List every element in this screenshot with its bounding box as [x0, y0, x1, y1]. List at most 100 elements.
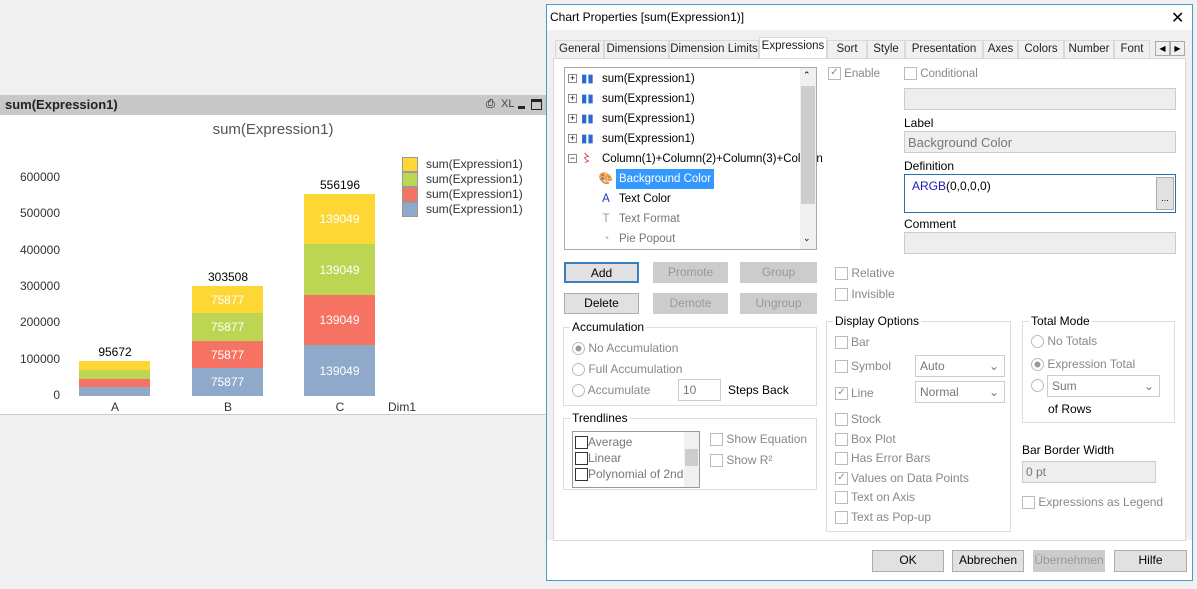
tab-colors[interactable]: Colors [1018, 40, 1064, 59]
show-r2-checkbox[interactable]: Show R² [710, 451, 772, 469]
demote-button[interactable]: Demote [653, 293, 728, 314]
checkbox[interactable] [575, 468, 588, 482]
tree-item[interactable]: ◔ Pie Popout [598, 229, 678, 249]
x-tick-label: C [335, 400, 345, 414]
accumulate-radio[interactable]: Accumulate [572, 381, 650, 399]
add-button[interactable]: Add [564, 262, 639, 283]
stock-checkbox[interactable]: Stock [835, 410, 881, 428]
line-select-value: Normal [920, 385, 959, 399]
sum-radio[interactable] [1031, 379, 1044, 395]
ok-button[interactable]: OK [872, 550, 944, 572]
label-field[interactable]: Background Color [904, 131, 1176, 153]
checkbox[interactable] [835, 336, 848, 350]
trendline-item[interactable]: Polynomial of 2nd d [575, 465, 693, 483]
bar-segment[interactable] [79, 378, 150, 388]
show-equation-checkbox[interactable]: Show Equation [710, 430, 807, 448]
tree-item[interactable]: A Text Color [598, 189, 674, 209]
tab-axes[interactable]: Axes [983, 40, 1018, 59]
tab-sort[interactable]: Sort [827, 40, 867, 59]
axis-checkbox[interactable]: Text on Axis [835, 488, 915, 506]
checkbox[interactable] [835, 433, 848, 447]
tree-item[interactable]: + ▮▮ sum(Expression1) [568, 129, 698, 149]
trendline-label: Average [588, 435, 633, 449]
tab-presentation[interactable]: Presentation [905, 40, 983, 59]
total-mode-title: Total Mode [1029, 314, 1092, 328]
chart-window[interactable]: sum(Expression1) ⎙ XL sum(Expression1) 0… [0, 95, 546, 415]
plot-area: 0 100000 200000 300000 400000 500000 600000 A B C… [0, 95, 546, 415]
of-rows-label: of Rows [1048, 402, 1092, 416]
relative-checkbox[interactable]: Relative [835, 264, 895, 282]
tab-dimensions[interactable]: Dimensions [604, 40, 669, 59]
symbol-select[interactable]: Auto ⌄ [915, 355, 1005, 377]
cancel-button[interactable]: Abbrechen [952, 550, 1024, 572]
tab-dimension-limits[interactable]: Dimension Limits [669, 40, 759, 59]
checkbox[interactable] [575, 452, 588, 466]
collapse-icon[interactable]: − [568, 154, 577, 164]
definition-field[interactable]: ARGB(0,0,0,0) [904, 174, 1176, 213]
apply-button[interactable]: Übernehmen [1033, 550, 1105, 572]
expand-icon[interactable]: + [568, 114, 577, 124]
sum-select[interactable]: Sum ⌄ [1047, 375, 1160, 397]
bar-segment[interactable] [79, 369, 150, 379]
tab-scroll-left-icon[interactable]: ◀ [1155, 41, 1170, 56]
bar-segment[interactable] [79, 361, 150, 370]
checkbox[interactable]: ✓ [835, 387, 848, 401]
close-icon[interactable]: ✕ [1171, 8, 1184, 28]
group-button[interactable]: Group [740, 262, 817, 283]
promote-button[interactable]: Promote [653, 262, 728, 283]
expression-total-radio[interactable]: Expression Total [1031, 355, 1135, 373]
expand-icon[interactable]: + [568, 134, 577, 144]
tree-item[interactable]: + ▮▮ sum(Expression1) [568, 69, 698, 89]
enable-checkbox[interactable]: ✓ Enable [828, 64, 880, 84]
popup-checkbox[interactable]: Text as Pop-up [835, 508, 931, 526]
conditional-checkbox[interactable]: Conditional [904, 64, 978, 84]
no-totals-radio[interactable]: No Totals [1031, 332, 1097, 350]
tree-item[interactable]: + ▮▮ sum(Expression1) [568, 89, 698, 109]
tab-general[interactable]: General [555, 40, 604, 59]
tree-item[interactable]: + ▮▮ sum(Expression1) [568, 109, 698, 129]
no-accumulation-radio[interactable]: No Accumulation [572, 339, 678, 357]
values-checkbox[interactable]: ✓ Values on Data Points [835, 469, 969, 487]
checkbox[interactable] [835, 413, 848, 427]
comment-field[interactable] [904, 232, 1176, 254]
tab-font[interactable]: Font [1114, 40, 1150, 59]
conditional-field[interactable] [904, 88, 1176, 110]
checkbox[interactable] [835, 511, 848, 525]
tree-item-label: sum(Expression1) [602, 93, 695, 105]
bar-checkbox[interactable]: Bar [835, 333, 870, 351]
tree-item[interactable]: T Text Format [598, 209, 683, 229]
expressions-as-legend-checkbox[interactable]: Expressions as Legend [1022, 493, 1163, 511]
full-accumulation-radio[interactable]: Full Accumulation [572, 360, 682, 378]
checkbox[interactable] [835, 452, 848, 466]
checkbox[interactable] [835, 360, 848, 374]
expand-icon[interactable]: + [568, 94, 577, 104]
tab-scroll-right-icon[interactable]: ▶ [1170, 41, 1185, 56]
box-checkbox[interactable]: Box Plot [835, 430, 896, 448]
bar-border-width-field[interactable]: 0 pt [1022, 461, 1156, 483]
tree-item[interactable]: 🎨 Background Color [598, 169, 715, 189]
definition-edit-button[interactable]: ... [1156, 177, 1174, 210]
line-select[interactable]: Normal ⌄ [915, 381, 1005, 403]
tab-expressions[interactable]: Expressions [759, 37, 827, 60]
tree-item[interactable]: − 〻 Column(1)+Column(2)+Column(3)+Column [568, 149, 826, 169]
tree-scrollbar[interactable]: ⌃ ⌄ [800, 68, 816, 249]
help-button[interactable]: Hilfe [1114, 550, 1187, 572]
symbol-checkbox[interactable]: Symbol [835, 357, 891, 375]
invisible-checkbox[interactable]: Invisible [835, 285, 895, 303]
legend-label: sum(Expression1) [426, 172, 523, 186]
tab-style[interactable]: Style [867, 40, 905, 59]
delete-button[interactable]: Delete [564, 293, 639, 314]
line-checkbox[interactable]: ✓ Line [835, 384, 874, 402]
expand-icon[interactable]: + [568, 74, 577, 84]
checkbox[interactable] [575, 436, 588, 450]
relative-label: Relative [851, 266, 895, 280]
checkbox[interactable] [835, 491, 848, 505]
bar-segment[interactable] [79, 387, 150, 396]
ungroup-button[interactable]: Ungroup [740, 293, 817, 314]
tab-number[interactable]: Number [1064, 40, 1114, 59]
trendlines-list[interactable]: Average Linear Polynomial of 2nd d [572, 431, 700, 488]
steps-back-stepper[interactable]: 10 [678, 379, 721, 401]
accumulation-title: Accumulation [570, 320, 647, 334]
checkbox[interactable]: ✓ [835, 472, 848, 486]
err-checkbox[interactable]: Has Error Bars [835, 449, 930, 467]
